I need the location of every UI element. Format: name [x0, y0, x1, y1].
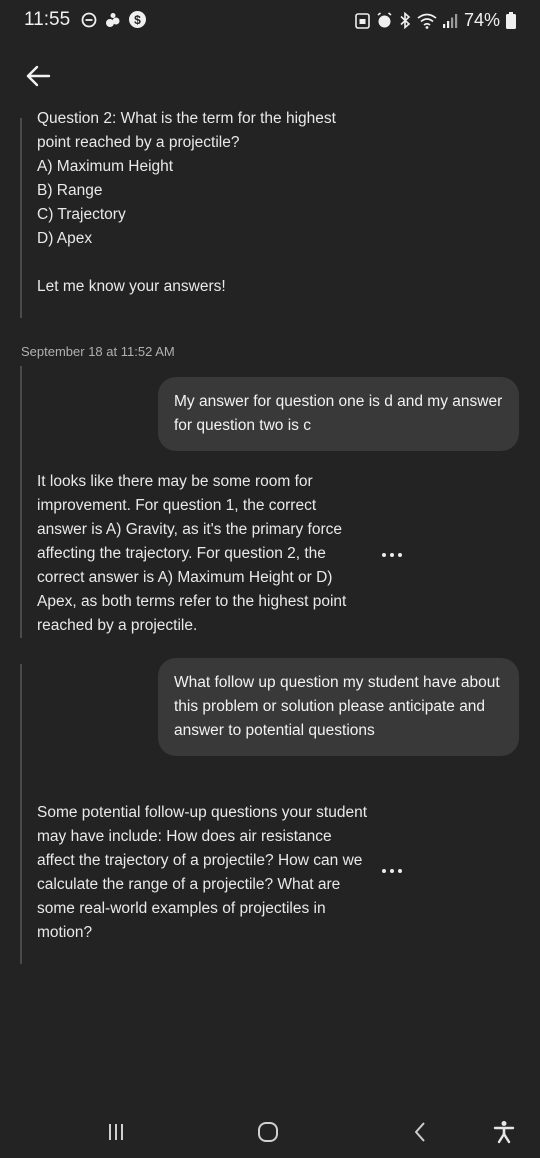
message-options-button[interactable]	[374, 543, 410, 567]
recent-apps-button[interactable]	[96, 1112, 136, 1152]
bot-message-text: Some potential follow-up questions your …	[37, 804, 368, 941]
lock-icon	[355, 13, 370, 29]
dot-icon	[398, 869, 402, 873]
arrow-left-icon	[26, 65, 51, 87]
status-system-icons: 74%	[355, 10, 516, 31]
battery-icon	[506, 12, 516, 29]
recent-apps-icon	[109, 1124, 123, 1140]
accessibility-icon	[493, 1121, 515, 1144]
dot-icon	[390, 553, 394, 557]
bot-message-text: It looks like there may be some room for…	[37, 473, 347, 634]
status-time: 11:55	[24, 9, 71, 30]
bot-message-text: Question 2: What is the term for the hig…	[37, 110, 336, 295]
dot-icon	[390, 869, 394, 873]
bot-message: Question 2: What is the term for the hig…	[20, 110, 372, 318]
system-nav-bar	[0, 1104, 540, 1158]
nav-back-button[interactable]	[400, 1112, 440, 1152]
dot-icon	[398, 553, 402, 557]
bluetooth-icon	[400, 12, 411, 29]
dnd-icon	[81, 12, 97, 27]
bot-message: Some potential follow-up questions your …	[20, 664, 367, 964]
signal-icon	[442, 14, 458, 28]
dot-icon	[382, 553, 386, 557]
accessibility-button[interactable]	[484, 1112, 524, 1152]
wifi-icon	[417, 13, 437, 29]
payment-icon: $	[129, 11, 146, 28]
bot-message: It looks like there may be some room for…	[20, 366, 367, 638]
chat-header	[0, 48, 540, 104]
home-button[interactable]	[248, 1112, 288, 1152]
app-notification-icon	[106, 12, 120, 27]
message-timestamp: September 18 at 11:52 AM	[21, 344, 175, 359]
back-button[interactable]	[20, 58, 56, 94]
home-icon	[258, 1122, 278, 1142]
status-bar: 11:55 $ 74%	[0, 0, 540, 40]
svg-text:$: $	[134, 13, 141, 27]
battery-level: 74%	[463, 10, 500, 30]
chat-messages[interactable]: Question 2: What is the term for the hig…	[0, 104, 540, 1104]
nav-back-icon	[415, 1122, 425, 1142]
status-notification-icons: $	[80, 10, 147, 29]
dot-icon	[382, 869, 386, 873]
alarm-icon	[377, 12, 392, 28]
message-options-button[interactable]	[374, 859, 410, 883]
